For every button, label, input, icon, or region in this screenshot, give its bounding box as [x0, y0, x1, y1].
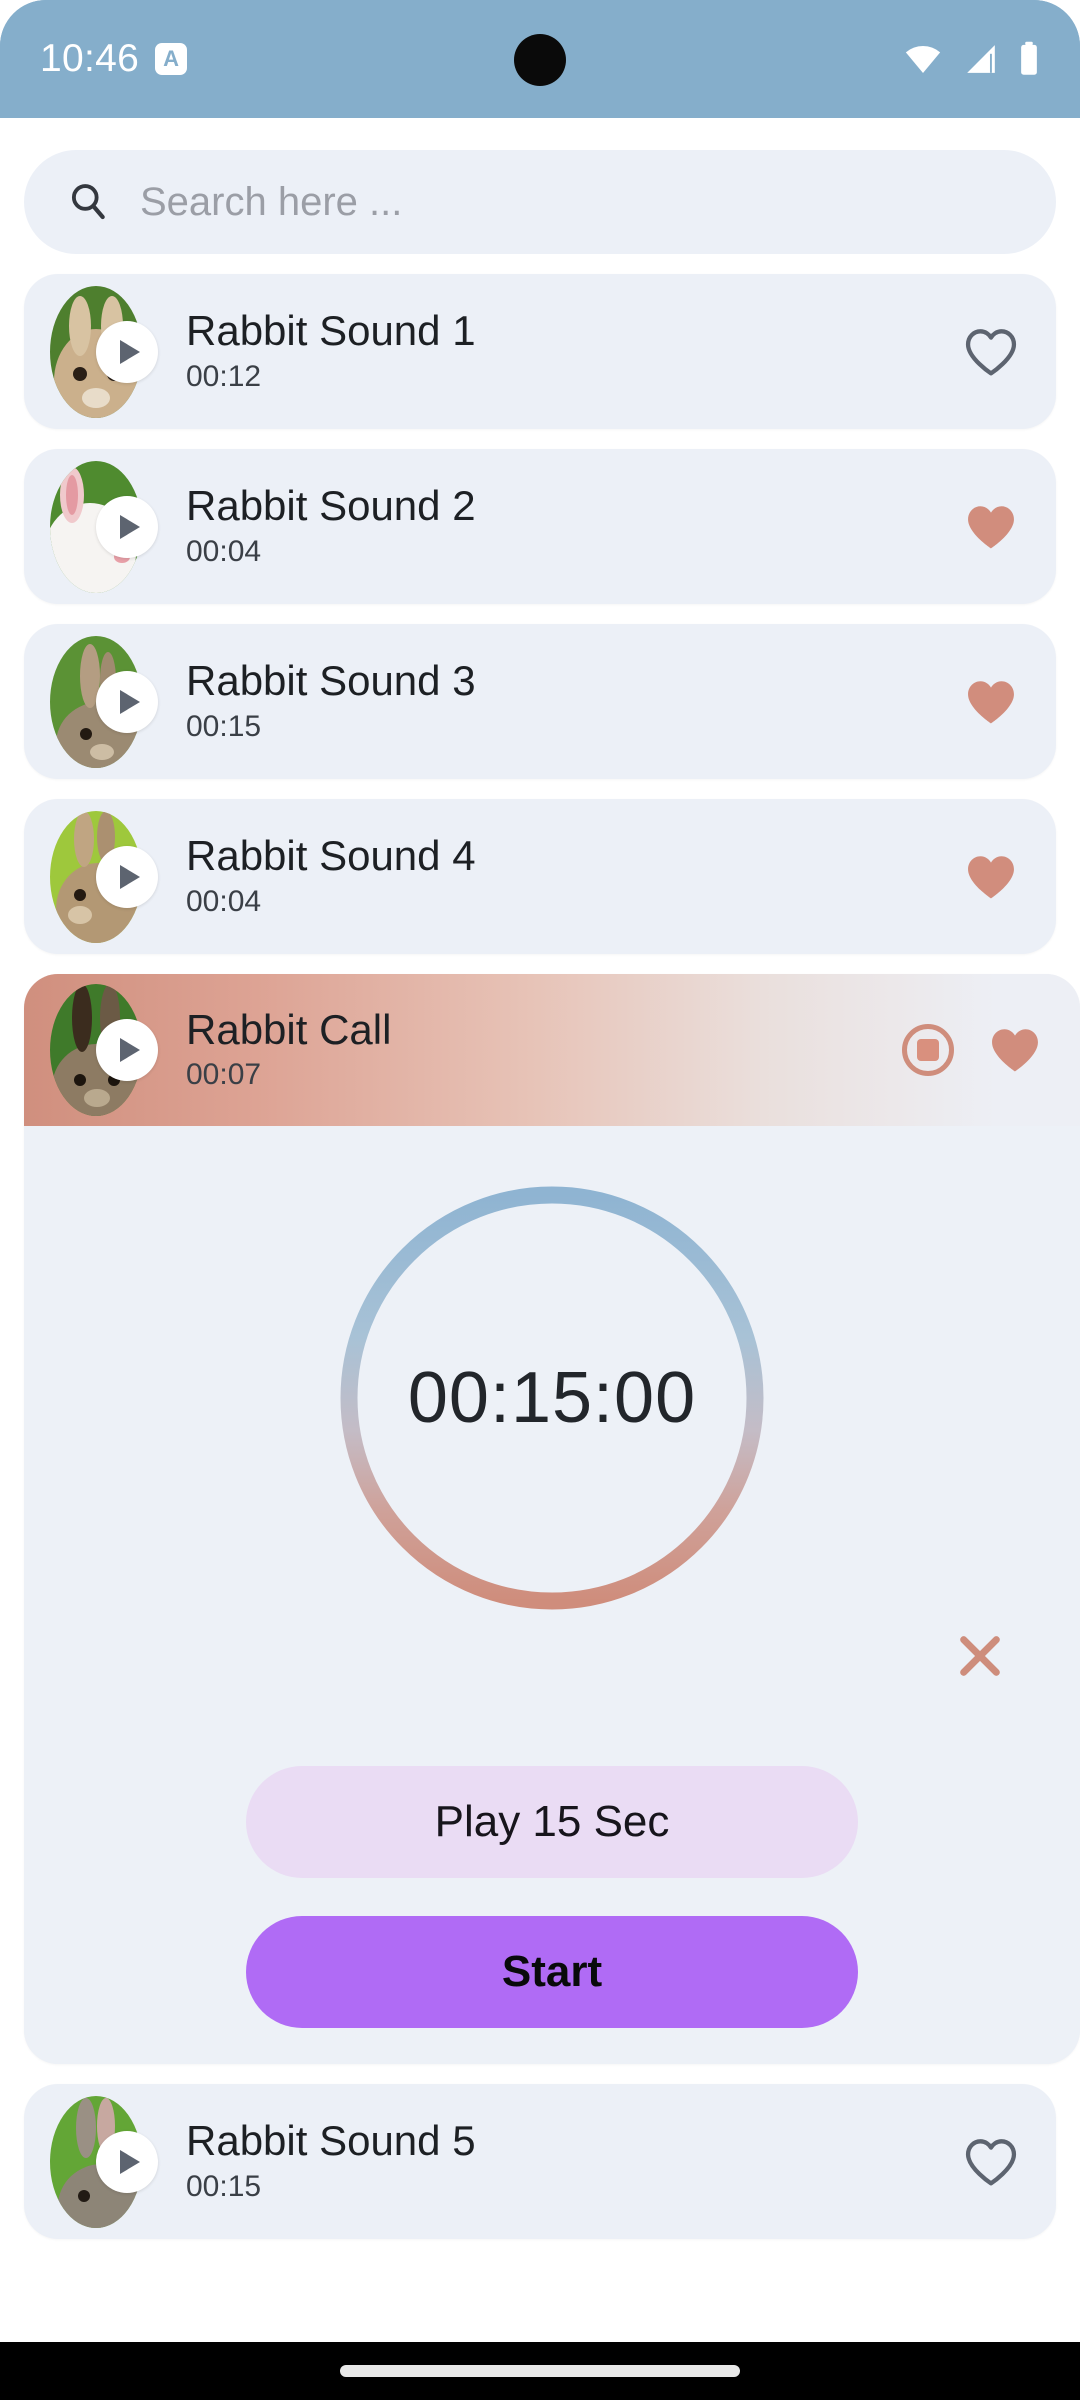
phone-screen: 10:46 A Search here ... Rabbit Sound 1 0… — [0, 0, 1080, 2400]
expanded-card-header[interactable]: Rabbit Call 00:07 — [24, 974, 1080, 1126]
play-icon[interactable] — [96, 670, 158, 733]
list-item-meta: Rabbit Sound 4 00:04 — [186, 834, 476, 918]
list-item[interactable]: Rabbit Sound 2 00:04 — [24, 449, 1056, 604]
search-input[interactable]: Search here ... — [24, 150, 1056, 254]
thumbnail-wrapper[interactable] — [50, 2095, 158, 2228]
list-item[interactable]: Rabbit Sound 4 00:04 — [24, 799, 1056, 954]
thumbnail-wrapper[interactable] — [50, 635, 158, 768]
sound-title: Rabbit Call — [186, 1005, 392, 1053]
thumbnail-wrapper[interactable] — [50, 810, 158, 943]
list-item[interactable]: Rabbit Sound 3 00:15 — [24, 624, 1056, 779]
play-icon[interactable] — [96, 845, 158, 908]
search-icon — [71, 184, 105, 220]
sound-duration: 00:04 — [186, 534, 262, 568]
close-x-icon[interactable] — [952, 1628, 1008, 1684]
thumbnail-wrapper[interactable] — [50, 984, 158, 1116]
heart-outline-icon[interactable] — [964, 327, 1018, 377]
expanded-sound-card: Rabbit Call 00:07 00:15:00 Play 15 Sec S… — [24, 974, 1080, 2064]
sound-title: Rabbit Sound 1 — [186, 307, 476, 355]
home-gesture-bar[interactable] — [340, 2365, 740, 2377]
battery-icon — [1021, 41, 1037, 75]
list-item-actions — [902, 1024, 1052, 1076]
sound-duration: 00:15 — [186, 709, 262, 743]
timer-value: 00:15:00 — [407, 1358, 697, 1438]
thumbnail-wrapper[interactable] — [50, 285, 158, 418]
cellular-signal-icon — [967, 45, 995, 73]
heart-filled-icon[interactable] — [964, 502, 1018, 552]
heart-outline-icon[interactable] — [964, 2137, 1018, 2187]
play-15-sec-button[interactable]: Play 15 Sec — [246, 1766, 858, 1878]
list-item-actions — [964, 2137, 1028, 2187]
list-item[interactable]: Rabbit Sound 5 00:15 — [24, 2084, 1056, 2239]
heart-filled-icon[interactable] — [964, 677, 1018, 727]
sound-title: Rabbit Sound 4 — [186, 832, 476, 880]
list-item-meta: Rabbit Sound 5 00:15 — [186, 2119, 476, 2203]
heart-filled-icon[interactable] — [988, 1025, 1042, 1075]
timer-panel: 00:15:00 Play 15 Sec Start — [24, 1126, 1080, 2064]
list-item-actions — [964, 327, 1028, 377]
sound-title: Rabbit Sound 2 — [186, 482, 476, 530]
list-item-actions — [964, 502, 1028, 552]
list-item-actions — [964, 677, 1028, 727]
navigation-bar — [0, 2342, 1080, 2400]
play-icon[interactable] — [96, 320, 158, 383]
list-item-meta: Rabbit Sound 3 00:15 — [186, 659, 476, 743]
list-item-actions — [964, 852, 1028, 902]
sound-title: Rabbit Sound 3 — [186, 657, 476, 705]
timer-ring: 00:15:00 — [332, 1178, 772, 1618]
sound-duration: 00:15 — [186, 2169, 262, 2203]
wifi-icon — [905, 45, 941, 73]
sound-duration: 00:07 — [186, 1058, 262, 1092]
app-notification-badge-icon: A — [155, 43, 188, 75]
search-placeholder: Search here ... — [140, 179, 403, 224]
status-bar-clock: 10:46 — [40, 37, 140, 80]
timer-area: 00:15:00 Play 15 Sec Start — [24, 1126, 1080, 2028]
status-bar-left: 10:46 A — [40, 37, 188, 81]
main-content: Search here ... Rabbit Sound 1 00:12 Rab… — [0, 118, 1080, 2363]
heart-filled-icon[interactable] — [964, 852, 1018, 902]
sound-title: Rabbit Sound 5 — [186, 2117, 476, 2165]
status-bar-right — [902, 41, 1040, 77]
thumbnail-wrapper[interactable] — [50, 460, 158, 593]
play-icon[interactable] — [96, 2130, 158, 2193]
start-button[interactable]: Start — [246, 1916, 858, 2028]
stop-icon[interactable] — [902, 1024, 954, 1076]
list-item-meta: Rabbit Sound 2 00:04 — [186, 484, 476, 568]
play-icon[interactable] — [96, 495, 158, 558]
sound-duration: 00:04 — [186, 884, 262, 918]
list-item-meta: Rabbit Call 00:07 — [186, 1005, 392, 1092]
status-bar: 10:46 A — [0, 0, 1080, 118]
sound-duration: 00:12 — [186, 359, 262, 393]
camera-notch — [514, 34, 566, 86]
list-item[interactable]: Rabbit Sound 1 00:12 — [24, 274, 1056, 429]
list-item-meta: Rabbit Sound 1 00:12 — [186, 309, 476, 393]
play-icon[interactable] — [96, 1019, 158, 1081]
